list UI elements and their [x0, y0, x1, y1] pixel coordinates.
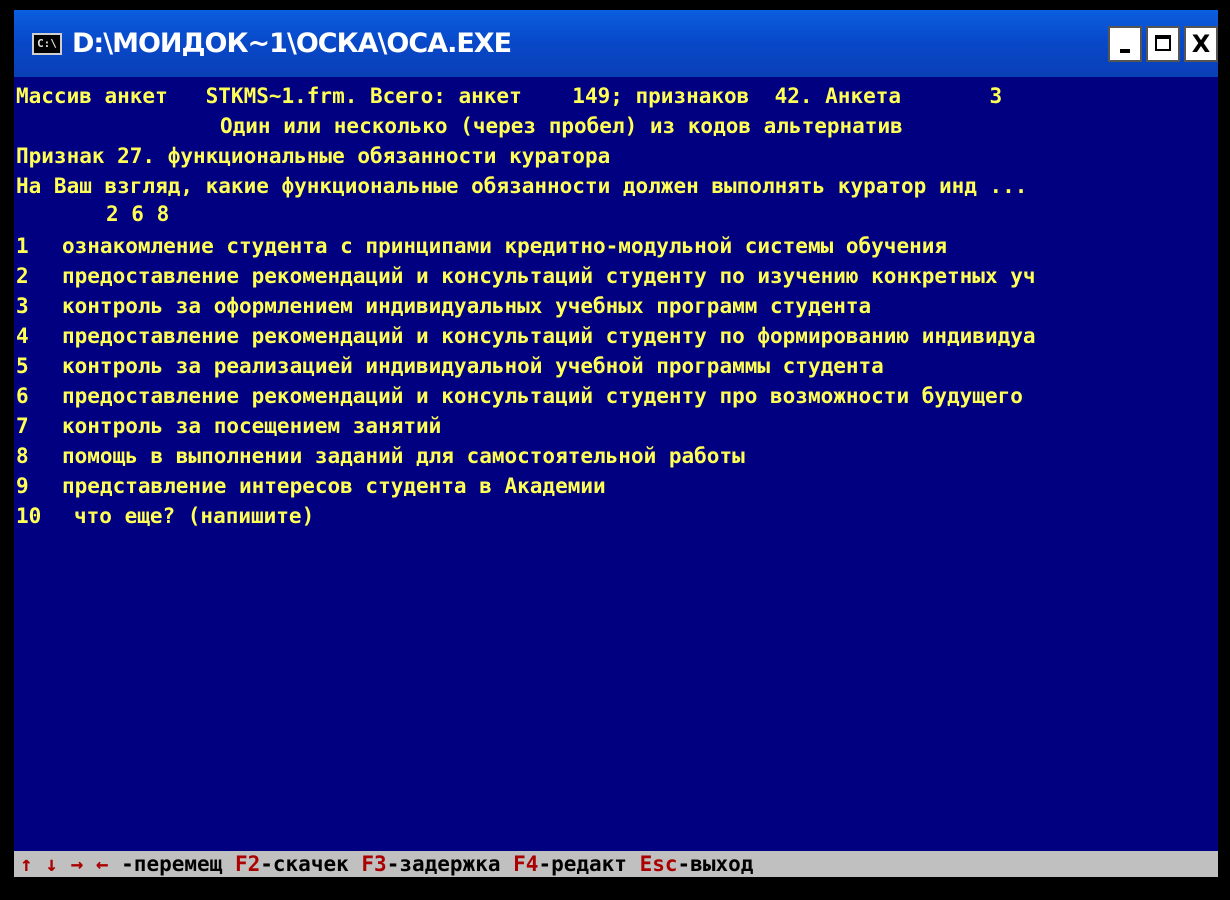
option-item[interactable]: 10 что еще? (напишите)	[16, 501, 314, 531]
option-text: что еще? (напишите)	[74, 504, 315, 528]
option-text: контроль за реализацией индивидуальной у…	[62, 354, 884, 378]
maximize-button[interactable]	[1146, 25, 1180, 62]
option-item[interactable]: 5 контроль за реализацией индивидуальной …	[16, 351, 884, 381]
option-code: 10	[16, 504, 42, 528]
option-code: 9	[16, 474, 29, 498]
option-code: 6	[16, 384, 29, 408]
option-item[interactable]: 7 контроль за посещением занятий	[16, 411, 441, 441]
f4-key: F4	[513, 852, 539, 876]
option-text: ознакомление студента с принципами креди…	[62, 234, 948, 258]
window-controls: X	[1108, 25, 1218, 62]
option-text: предоставление рекомендаций и консультац…	[62, 384, 1023, 408]
option-text: предоставление рекомендаций и консультац…	[62, 264, 1036, 288]
option-code: 2	[16, 264, 29, 288]
option-code: 5	[16, 354, 29, 378]
option-text: контроль за посещением занятий	[62, 414, 442, 438]
option-code: 8	[16, 444, 29, 468]
close-icon: X	[1191, 29, 1211, 58]
question-line: На Ваш взгляд, какие функциональные обяз…	[16, 174, 1028, 198]
arrow-keys-hint: ↑ ↓ → ←	[20, 852, 109, 876]
feature-line: Признак 27. функциональные обязанности к…	[16, 144, 611, 168]
option-item[interactable]: 2 предоставление рекомендаций и консульта…	[16, 261, 1036, 291]
option-code: 3	[16, 294, 29, 318]
option-item[interactable]: 1 ознакомление студента с принципами кред…	[16, 231, 947, 261]
close-button[interactable]: X	[1184, 25, 1218, 62]
header-line: Массив анкет STKMS~1.frm. Всего: анкет 1…	[16, 84, 1003, 108]
option-item[interactable]: 6 предоставление рекомендаций и консульта…	[16, 381, 1023, 411]
instruction-line: Один или несколько (через пробел) из код…	[220, 114, 903, 138]
f3-hint-label: -задержка	[386, 852, 514, 876]
move-hint-label: -перемещ	[108, 852, 235, 876]
maximize-icon	[1155, 34, 1171, 51]
option-item[interactable]: 8 помощь в выполнении заданий для самосто…	[16, 441, 745, 471]
console-window: C:\ D:\МОИДОК~1\ОСКА\ОСА.EXE X Массив ан…	[0, 0, 1230, 900]
option-text: помощь в выполнении заданий для самостоя…	[62, 444, 745, 468]
f3-key: F3	[361, 852, 387, 876]
f2-key: F2	[234, 852, 261, 876]
answer-input[interactable]: 2 6 8	[106, 199, 169, 229]
status-bar: ↑ ↓ → ← -перемещ F2-скачек F3-задержка F…	[14, 851, 1218, 877]
window-title: D:\МОИДОК~1\ОСКА\ОСА.EXE	[72, 28, 512, 59]
esc-key: Esc	[639, 852, 678, 876]
option-code: 1	[16, 234, 29, 258]
minimize-icon	[1120, 48, 1130, 53]
option-code: 4	[16, 324, 29, 348]
option-text: представление интересов студента в Акаде…	[62, 474, 606, 498]
option-item[interactable]: 9 представление интересов студента в Акад…	[16, 471, 606, 501]
f4-hint-label: -редакт	[538, 852, 640, 876]
f2-hint-label: -скачек	[260, 852, 362, 876]
minimize-button[interactable]	[1108, 25, 1142, 62]
esc-hint-label: -выход	[677, 852, 754, 876]
title-bar[interactable]: C:\ D:\МОИДОК~1\ОСКА\ОСА.EXE X	[14, 10, 1218, 77]
option-item[interactable]: 4 предоставление рекомендаций и консульта…	[16, 321, 1036, 351]
option-item[interactable]: 3 контроль за оформлением индивидуальных …	[16, 291, 871, 321]
console-area[interactable]: Массив анкет STKMS~1.frm. Всего: анкет 1…	[14, 77, 1218, 851]
option-code: 7	[16, 414, 29, 438]
option-text: предоставление рекомендаций и консультац…	[62, 324, 1036, 348]
bottom-strip	[14, 877, 1218, 900]
console-icon[interactable]: C:\	[32, 32, 62, 55]
option-text: контроль за оформлением индивидуальных у…	[62, 294, 872, 318]
